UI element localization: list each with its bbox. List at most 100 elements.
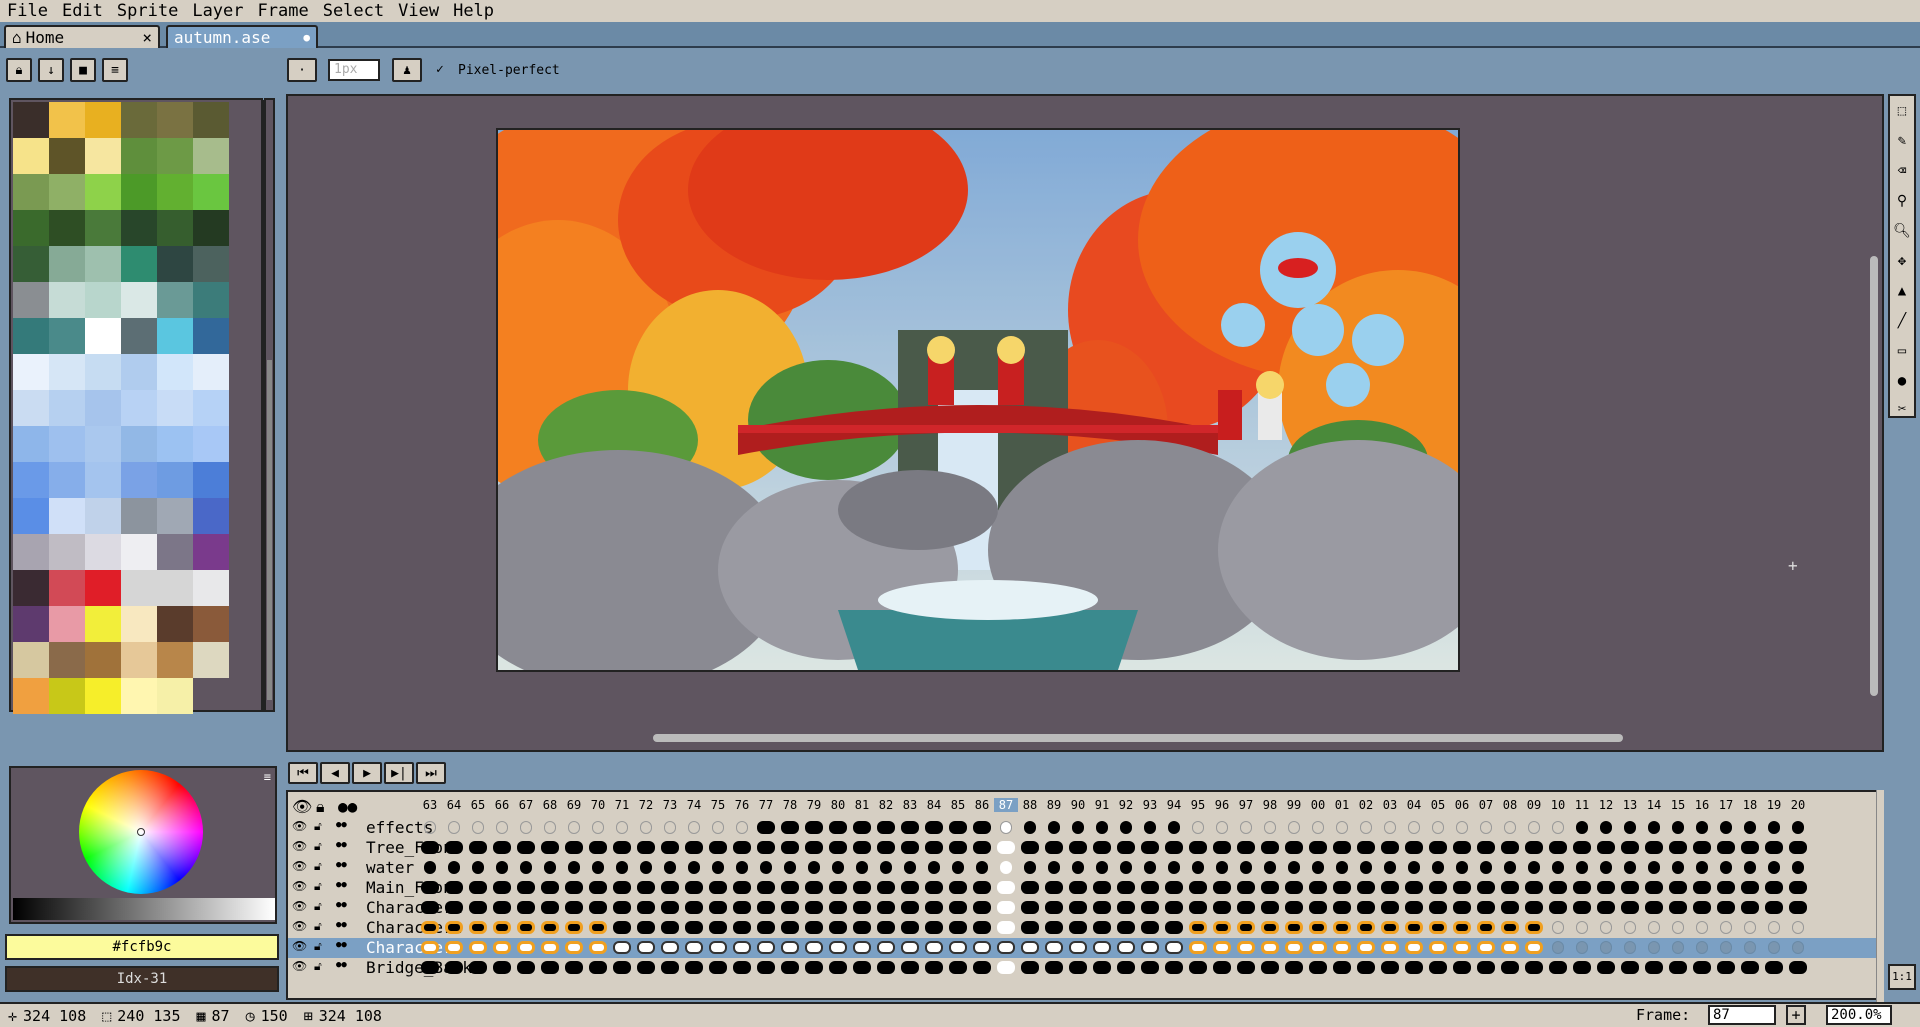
frame-cel[interactable] [1024, 821, 1036, 834]
frame-cel[interactable] [757, 921, 775, 934]
stop-icon[interactable]: ■ [70, 58, 96, 82]
palette-swatch[interactable] [49, 642, 85, 678]
frame-cel[interactable] [1549, 961, 1567, 974]
frame-cel[interactable] [661, 881, 679, 894]
frame-cel[interactable] [517, 841, 535, 854]
frame-cel[interactable] [1165, 961, 1183, 974]
frame-cel[interactable] [1768, 941, 1780, 954]
frame-cel[interactable] [685, 841, 703, 854]
frame-cel[interactable] [1021, 941, 1039, 954]
palette-swatch[interactable] [49, 174, 85, 210]
frame-cel[interactable] [469, 921, 487, 934]
frame-cel[interactable] [1645, 961, 1663, 974]
frame-cel[interactable] [1600, 941, 1612, 954]
frame-cel[interactable] [1792, 861, 1804, 874]
brush-size-input[interactable]: 1px [328, 59, 380, 81]
frame-cel[interactable] [1261, 921, 1279, 934]
palette-swatch[interactable] [13, 174, 49, 210]
frame-cel[interactable] [1093, 961, 1111, 974]
frame-cel[interactable] [1261, 961, 1279, 974]
frame-number-label[interactable]: 96 [1210, 798, 1234, 812]
menu-help[interactable]: Help [446, 0, 501, 22]
frame-number-label[interactable]: 93 [1138, 798, 1162, 812]
frame-cel[interactable] [1501, 881, 1519, 894]
frame-cel[interactable] [1309, 841, 1327, 854]
unlock-icon[interactable]: 🔓︎ [314, 839, 322, 854]
frame-cel[interactable] [544, 821, 556, 834]
frame-cel[interactable] [1600, 821, 1612, 834]
frame-number-label[interactable]: 20 [1786, 798, 1810, 812]
frame-cel[interactable] [1213, 901, 1231, 914]
frame-cel[interactable] [1477, 961, 1495, 974]
frame-cel[interactable] [1333, 881, 1351, 894]
frame-number-label[interactable]: 94 [1162, 798, 1186, 812]
frame-cel[interactable] [1453, 901, 1471, 914]
frame-cel[interactable] [1285, 881, 1303, 894]
first-frame-icon[interactable]: ⏮ [288, 762, 318, 784]
frame-number-label[interactable]: 02 [1354, 798, 1378, 812]
frame-cel[interactable] [1069, 961, 1087, 974]
frame-cel[interactable] [1381, 881, 1399, 894]
frame-cel[interactable] [997, 901, 1015, 914]
frame-cel[interactable] [565, 881, 583, 894]
frame-cel[interactable] [589, 901, 607, 914]
frame-cel[interactable] [1120, 821, 1132, 834]
frame-cel[interactable] [517, 961, 535, 974]
frame-cel[interactable] [712, 861, 724, 874]
frame-cel[interactable] [1264, 861, 1276, 874]
frame-cel[interactable] [757, 901, 775, 914]
palette-swatch[interactable] [121, 282, 157, 318]
frame-cel[interactable] [1021, 881, 1039, 894]
frame-cel[interactable] [688, 821, 700, 834]
frame-cel[interactable] [1045, 901, 1063, 914]
frame-cel[interactable] [1741, 961, 1759, 974]
menu-frame[interactable]: Frame [251, 0, 316, 22]
frame-cel[interactable] [973, 841, 991, 854]
frame-cel[interactable] [829, 921, 847, 934]
frame-cel[interactable] [1117, 901, 1135, 914]
frame-number-label[interactable]: 05 [1426, 798, 1450, 812]
palette-swatch[interactable] [13, 282, 49, 318]
frame-cel[interactable] [829, 881, 847, 894]
frame-cel[interactable] [1744, 941, 1756, 954]
zoom-icon[interactable]: 🔍︎ [1891, 218, 1913, 244]
frame-cel[interactable] [1312, 861, 1324, 874]
frame-cel[interactable] [736, 861, 748, 874]
brush-shape-button[interactable]: · [287, 58, 317, 82]
frame-cel[interactable] [1768, 821, 1780, 834]
palette-swatch[interactable] [85, 534, 121, 570]
frame-cel[interactable] [661, 901, 679, 914]
frame-number-label[interactable]: 82 [874, 798, 898, 812]
frame-cel[interactable] [1501, 961, 1519, 974]
frame-cel[interactable] [805, 941, 823, 954]
palette-swatch[interactable] [193, 498, 229, 534]
frame-cel[interactable] [1597, 961, 1615, 974]
frame-cel[interactable] [421, 841, 439, 854]
palette-swatch[interactable] [85, 462, 121, 498]
frame-cel[interactable] [1501, 921, 1519, 934]
frame-cel[interactable] [1696, 821, 1708, 834]
frame-cel[interactable] [904, 861, 916, 874]
palette-swatch[interactable] [157, 318, 193, 354]
frame-cel[interactable] [1093, 881, 1111, 894]
frame-cel[interactable] [1168, 861, 1180, 874]
frame-number-label[interactable]: 18 [1738, 798, 1762, 812]
frame-cel[interactable] [565, 941, 583, 954]
palette-swatch[interactable] [85, 138, 121, 174]
frame-number-label[interactable]: 86 [970, 798, 994, 812]
frame-cel[interactable] [805, 901, 823, 914]
frame-cel[interactable] [925, 841, 943, 854]
frame-cel[interactable] [1429, 901, 1447, 914]
palette-swatch[interactable] [85, 318, 121, 354]
frame-cel[interactable] [805, 841, 823, 854]
palette-swatch[interactable] [193, 570, 229, 606]
frame-number-label[interactable]: 88 [1018, 798, 1042, 812]
frame-cel[interactable] [1573, 841, 1591, 854]
frame-number-label[interactable]: 87 [994, 798, 1018, 812]
palette-swatch[interactable] [193, 606, 229, 642]
frame-cel[interactable] [1696, 941, 1708, 954]
visibility-header-icon[interactable]: 👁 [292, 797, 312, 816]
palette-swatch[interactable] [193, 462, 229, 498]
frame-cel[interactable] [1264, 821, 1276, 834]
frame-cel[interactable] [421, 881, 439, 894]
